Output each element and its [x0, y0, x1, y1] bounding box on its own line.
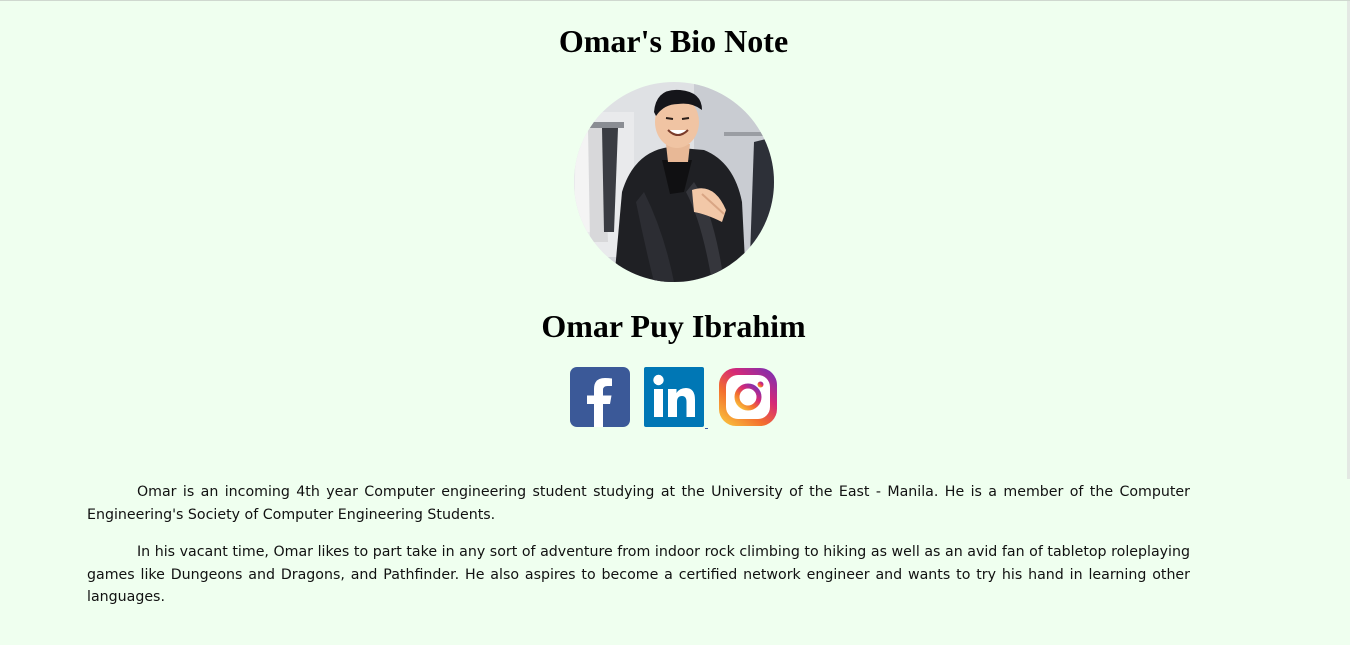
avatar — [574, 82, 774, 282]
bio-paragraph: In his vacant time, Omar likes to part t… — [87, 544, 1190, 605]
instagram-link[interactable] — [718, 367, 778, 427]
bio-section: Omar is an incoming 4th year Computer en… — [87, 481, 1190, 624]
facebook-link[interactable] — [570, 367, 630, 427]
profile-photo — [574, 82, 774, 282]
linkedin-link[interactable] — [644, 367, 708, 429]
person-name: Omar Puy Ibrahim — [541, 308, 806, 344]
social-links — [570, 367, 778, 429]
facebook-icon — [570, 367, 630, 427]
page-title: Omar's Bio Note — [558, 23, 789, 59]
instagram-icon — [719, 368, 777, 426]
bio-paragraph: Omar is an incoming 4th year Computer en… — [87, 484, 1190, 523]
linkedin-icon — [644, 367, 704, 427]
